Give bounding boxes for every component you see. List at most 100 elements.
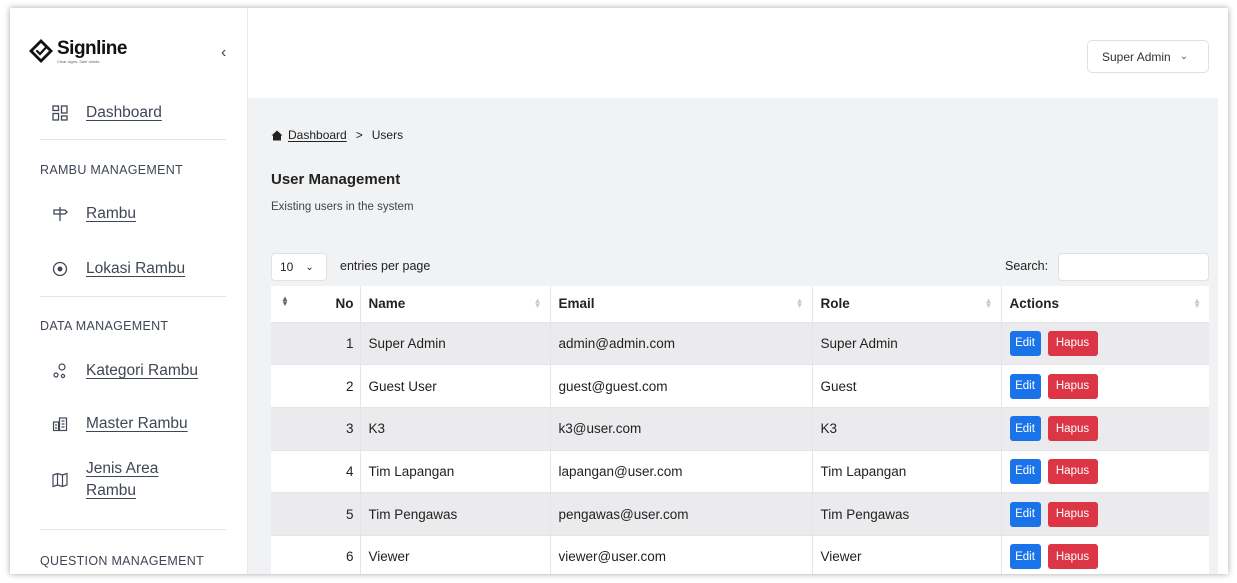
table-row: 3 K3 k3@user.com K3 Edit Hapus xyxy=(271,407,1209,451)
divider xyxy=(40,139,226,140)
cell-email: viewer@user.com xyxy=(550,535,813,574)
entries-per-page-label: entries per page xyxy=(340,259,431,273)
user-menu-label: Super Admin xyxy=(1102,49,1171,64)
cell-role: Viewer xyxy=(812,535,1002,574)
sidebar: Signline Clear signs. Safe minds. ‹ Dash… xyxy=(10,8,248,574)
search-input[interactable] xyxy=(1058,253,1209,281)
cell-actions: Edit Hapus xyxy=(1001,364,1209,408)
brand-tagline: Clear signs. Safe minds. xyxy=(57,58,101,64)
cell-name: Guest User xyxy=(360,364,551,408)
page-title: User Management xyxy=(271,171,401,188)
table-row: 5 Tim Pengawas pengawas@user.com Tim Pen… xyxy=(271,492,1209,536)
cell-role: Super Admin xyxy=(812,322,1002,366)
app-window: Signline Clear signs. Safe minds. ‹ Dash… xyxy=(10,8,1228,574)
section-rambu-management: RAMBU MANAGEMENT xyxy=(40,163,184,177)
page-subtitle: Existing users in the system xyxy=(271,201,414,213)
delete-button[interactable]: Hapus xyxy=(1047,416,1098,442)
cell-role: Tim Lapangan xyxy=(812,450,1002,494)
building-icon xyxy=(52,416,68,432)
edit-button[interactable]: Edit xyxy=(1009,458,1041,484)
sidebar-collapse-button[interactable]: ‹ xyxy=(221,44,226,62)
cell-no: 4 xyxy=(271,450,361,494)
delete-button[interactable]: Hapus xyxy=(1047,501,1098,527)
sidebar-item-label: Rambu xyxy=(86,205,136,222)
cell-email: guest@guest.com xyxy=(550,364,813,408)
cell-actions: Edit Hapus xyxy=(1001,322,1209,366)
chevron-down-icon: ⌄ xyxy=(1179,51,1189,62)
user-menu-dropdown[interactable]: Super Admin ⌄ xyxy=(1087,40,1209,73)
sidebar-item-label: Master Rambu xyxy=(86,415,188,432)
edit-button[interactable]: Edit xyxy=(1009,544,1041,570)
sidebar-item-master-rambu[interactable]: Master Rambu xyxy=(52,415,188,433)
chevron-down-icon: ⌄ xyxy=(305,261,314,273)
cell-name: Viewer xyxy=(360,535,551,574)
column-header-no[interactable]: ▲ ▼ No xyxy=(271,286,361,323)
edit-button[interactable]: Edit xyxy=(1009,373,1041,399)
cell-no: 1 xyxy=(271,322,361,366)
sort-icon: ▲ ▼ xyxy=(1193,296,1201,310)
sort-icon: ▲ ▼ xyxy=(795,296,804,310)
delete-button[interactable]: Hapus xyxy=(1047,544,1098,570)
sort-icon: ▲ ▼ xyxy=(984,296,993,310)
sidebar-item-label: Lokasi Rambu xyxy=(86,260,186,277)
delete-button[interactable]: Hapus xyxy=(1047,330,1098,356)
cell-email: k3@user.com xyxy=(550,407,813,451)
edit-button[interactable]: Edit xyxy=(1009,501,1041,527)
users-table: ▲ ▼ No Name ▲ ▼ Email ▲ ▼ Role ▲ ▼ Actio… xyxy=(271,286,1209,574)
brand-name: Signline xyxy=(57,37,127,59)
cell-role: Guest xyxy=(812,364,1002,408)
delete-button[interactable]: Hapus xyxy=(1047,458,1098,484)
sidebar-item-jenis-area-rambu[interactable]: Jenis Area Rambu xyxy=(52,458,176,502)
entries-per-page-value: 10 xyxy=(280,260,294,274)
cell-no: 5 xyxy=(271,492,361,536)
signline-logo-icon xyxy=(29,39,53,63)
cell-no: 2 xyxy=(271,364,361,408)
table-row: 2 Guest User guest@guest.com Guest Edit H… xyxy=(271,364,1209,408)
cell-role: K3 xyxy=(812,407,1002,451)
home-icon xyxy=(271,130,283,141)
main-content: Dashboard > Users User Management Existi… xyxy=(248,98,1218,574)
entries-per-page-select[interactable]: 10 ⌄ xyxy=(271,253,327,281)
delete-button[interactable]: Hapus xyxy=(1047,373,1098,399)
table-row: 6 Viewer viewer@user.com Viewer Edit Hapu… xyxy=(271,535,1209,574)
brand-logo[interactable]: Signline Clear signs. Safe minds. xyxy=(28,38,127,64)
cell-role: Tim Pengawas xyxy=(812,492,1002,536)
cell-actions: Edit Hapus xyxy=(1001,535,1209,574)
cell-email: pengawas@user.com xyxy=(550,492,813,536)
location-icon xyxy=(52,261,68,277)
cell-actions: Edit Hapus xyxy=(1001,407,1209,451)
sidebar-item-lokasi-rambu[interactable]: Lokasi Rambu xyxy=(52,260,185,278)
breadcrumb-separator: > xyxy=(355,128,363,142)
breadcrumb-current: Users xyxy=(371,128,404,142)
breadcrumb: Dashboard > Users xyxy=(271,128,403,142)
edit-button[interactable]: Edit xyxy=(1009,416,1041,442)
topbar: Super Admin ⌄ xyxy=(248,8,1228,98)
sidebar-item-rambu[interactable]: Rambu xyxy=(52,205,136,223)
search-label: Search: xyxy=(1005,259,1049,273)
sidebar-item-label: Kategori Rambu xyxy=(86,362,199,379)
column-header-name[interactable]: Name ▲ ▼ xyxy=(360,286,551,323)
sort-icon: ▲ ▼ xyxy=(281,294,289,308)
cell-email: admin@admin.com xyxy=(550,322,813,366)
column-header-actions[interactable]: Actions ▲ ▼ xyxy=(1001,286,1209,323)
cell-no: 6 xyxy=(271,535,361,574)
cell-name: Tim Lapangan xyxy=(360,450,551,494)
section-question-management: QUESTION MANAGEMENT xyxy=(40,554,205,568)
edit-button[interactable]: Edit xyxy=(1009,330,1041,356)
cell-name: Tim Pengawas xyxy=(360,492,551,536)
cell-actions: Edit Hapus xyxy=(1001,492,1209,536)
column-header-email[interactable]: Email ▲ ▼ xyxy=(550,286,813,323)
signpost-icon xyxy=(52,206,68,222)
breadcrumb-home-link[interactable]: Dashboard xyxy=(288,128,347,142)
divider xyxy=(40,529,226,530)
section-data-management: DATA MANAGEMENT xyxy=(40,319,169,333)
cell-name: K3 xyxy=(360,407,551,451)
sidebar-item-dashboard[interactable]: Dashboard xyxy=(52,104,162,122)
divider xyxy=(40,296,226,297)
sidebar-item-label: Jenis Area Rambu xyxy=(86,460,159,499)
sort-icon: ▲ ▼ xyxy=(533,296,542,310)
chevron-left-icon: ‹ xyxy=(221,44,227,61)
sidebar-item-kategori-rambu[interactable]: Kategori Rambu xyxy=(52,362,198,380)
grid-icon xyxy=(52,105,68,121)
column-header-role[interactable]: Role ▲ ▼ xyxy=(812,286,1002,323)
